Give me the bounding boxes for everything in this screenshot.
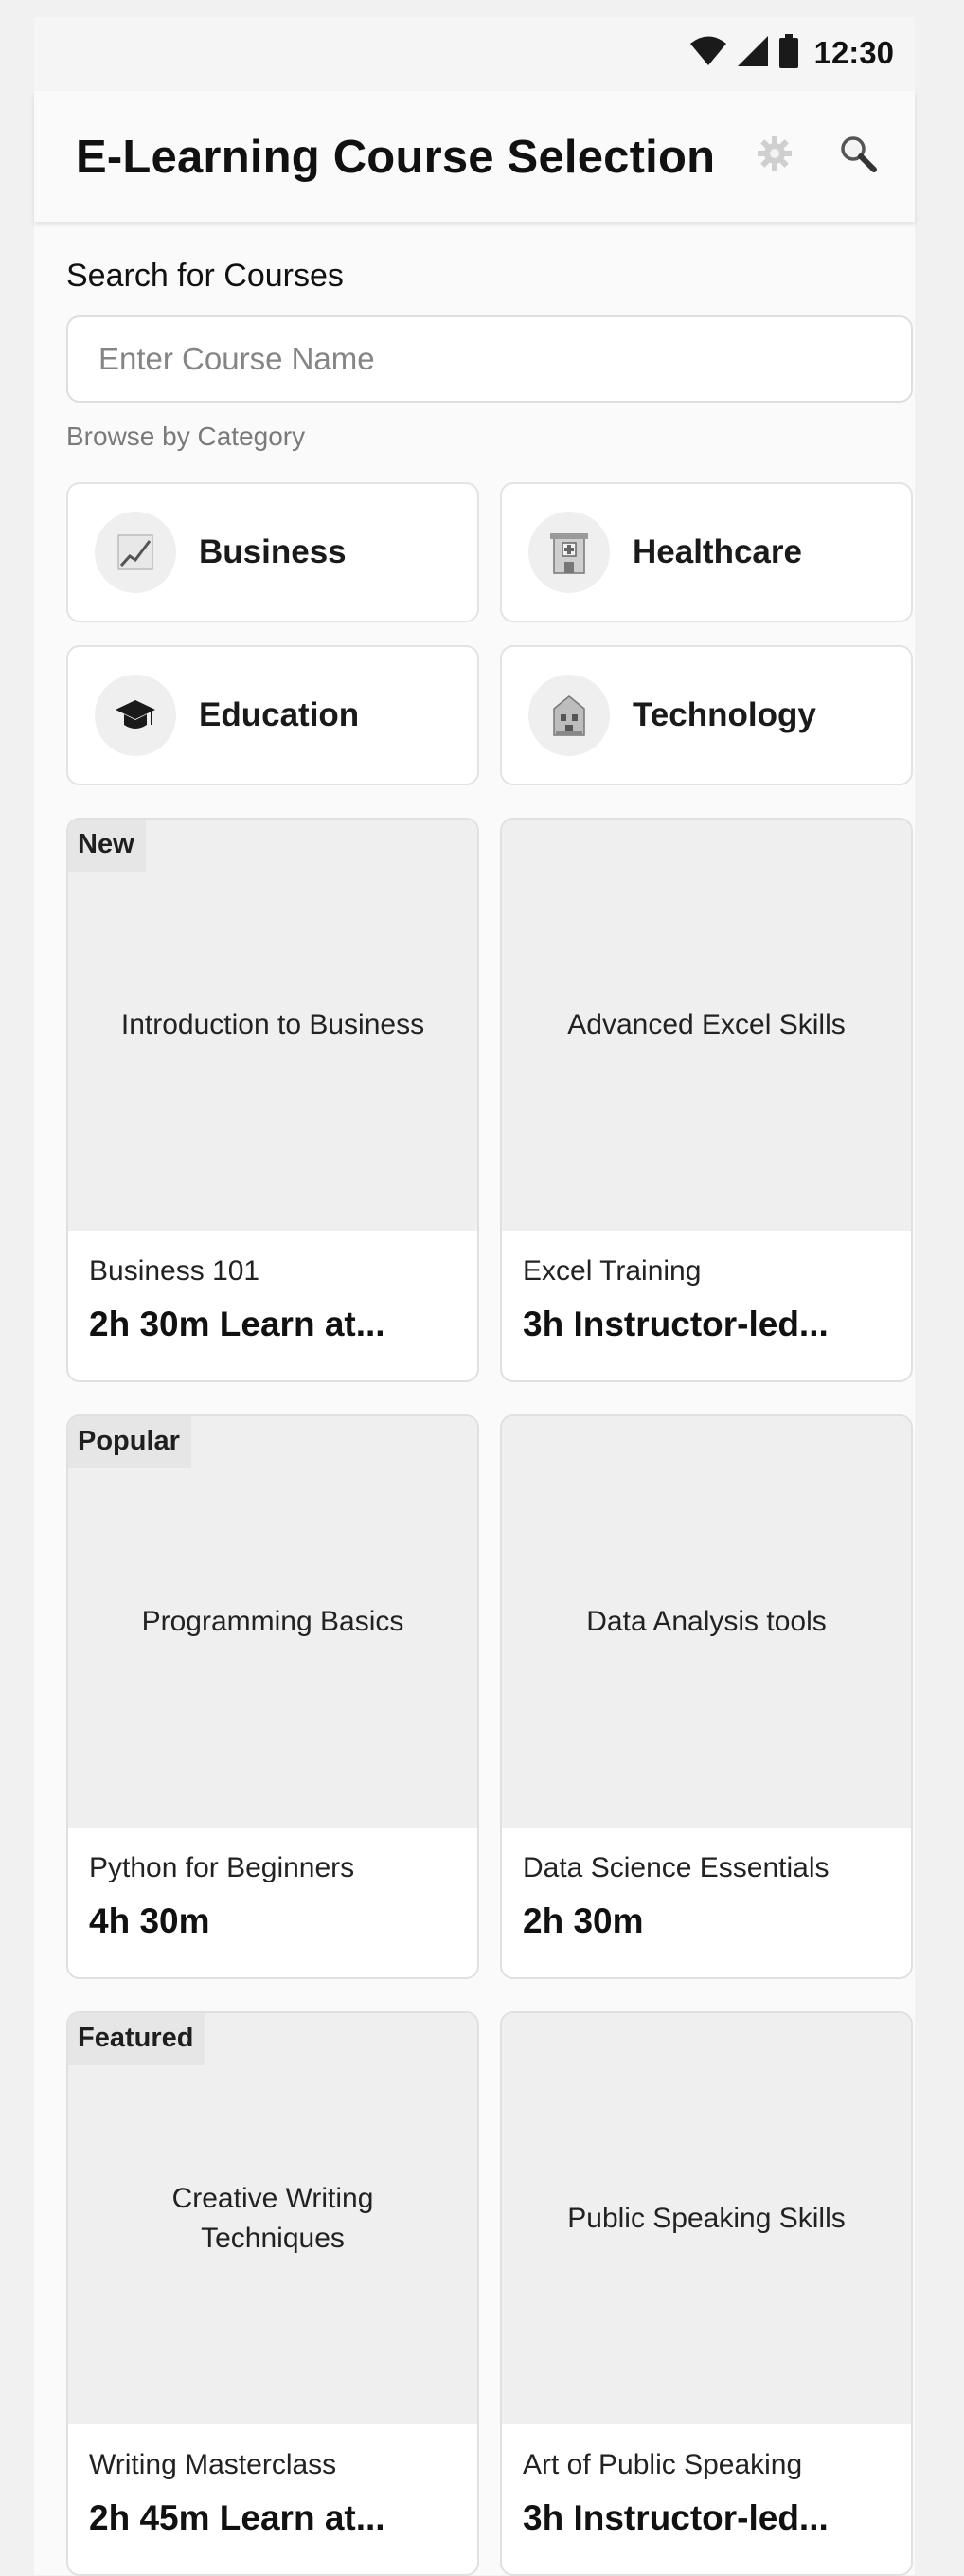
category-technology[interactable]: Technology bbox=[500, 645, 913, 785]
course-card-writing-masterclass[interactable]: Creative Writing Techniques Featured Wri… bbox=[66, 2011, 479, 2576]
settings-icon bbox=[756, 135, 794, 177]
phone-screen: 12:30 E-Learning Course Selection Search… bbox=[34, 17, 915, 2576]
course-thumbnail: Advanced Excel Skills bbox=[502, 820, 911, 1231]
app-bar: E-Learning Course Selection bbox=[34, 91, 915, 222]
search-button[interactable] bbox=[835, 133, 881, 178]
status-time: 12:30 bbox=[813, 35, 894, 70]
course-thumbnail: Data Analysis tools bbox=[502, 1416, 911, 1828]
course-name: Data Science Essentials bbox=[523, 1852, 830, 1883]
course-thumbnail: Creative Writing Techniques bbox=[68, 2013, 477, 2424]
category-label: Technology bbox=[633, 696, 816, 733]
building-icon bbox=[528, 675, 610, 756]
status-bar: 12:30 bbox=[34, 17, 915, 91]
course-badge: Featured bbox=[68, 2013, 205, 2065]
search-label: Search for Courses bbox=[66, 258, 344, 294]
course-badge: New bbox=[68, 820, 146, 872]
hospital-icon bbox=[528, 512, 610, 593]
browse-label: Browse by Category bbox=[66, 422, 306, 451]
course-card-data-science-essentials[interactable]: Data Analysis tools Data Science Essenti… bbox=[500, 1414, 913, 1979]
category-business[interactable]: Business bbox=[66, 482, 479, 622]
course-thumbnail: Public Speaking Skills bbox=[502, 2013, 911, 2424]
signal-icon bbox=[737, 35, 769, 72]
category-label: Healthcare bbox=[633, 533, 802, 570]
page-title: E-Learning Course Selection bbox=[76, 132, 716, 183]
course-card-excel-training[interactable]: Advanced Excel Skills Excel Training 3h … bbox=[500, 818, 913, 1382]
main-content: Search for Courses Browse by Category Bu… bbox=[66, 222, 913, 2576]
category-education[interactable]: Education bbox=[66, 645, 479, 785]
course-name: Python for Beginners bbox=[89, 1852, 355, 1883]
course-card-art-of-public-speaking[interactable]: Public Speaking Skills Art of Public Spe… bbox=[500, 2011, 913, 2576]
course-meta: 2h 45m Learn at... bbox=[89, 2498, 385, 2537]
graduation-cap-icon bbox=[95, 675, 176, 756]
category-grid: Business Healthcare Education Technology bbox=[66, 482, 913, 785]
course-card-python-for-beginners[interactable]: Programming Basics Popular Python for Be… bbox=[66, 1414, 479, 1979]
battery-icon bbox=[778, 33, 799, 73]
course-meta: 2h 30m bbox=[523, 1901, 644, 1940]
course-thumbnail: Introduction to Business bbox=[68, 820, 477, 1231]
course-meta: 4h 30m bbox=[89, 1901, 210, 1940]
category-healthcare[interactable]: Healthcare bbox=[500, 482, 913, 622]
course-name: Business 101 bbox=[89, 1255, 260, 1287]
category-label: Business bbox=[199, 533, 347, 570]
chart-icon bbox=[95, 512, 176, 593]
course-name: Writing Masterclass bbox=[89, 2449, 337, 2480]
search-icon bbox=[839, 135, 877, 177]
course-grid: Introduction to Business New Business 10… bbox=[66, 818, 913, 2576]
course-card-business-101[interactable]: Introduction to Business New Business 10… bbox=[66, 818, 479, 1382]
course-meta: 2h 30m Learn at... bbox=[89, 1305, 385, 1343]
settings-button[interactable] bbox=[752, 133, 797, 178]
course-thumbnail: Programming Basics bbox=[68, 1416, 477, 1828]
search-input[interactable] bbox=[66, 315, 913, 403]
course-badge: Popular bbox=[68, 1416, 191, 1468]
wifi-icon bbox=[689, 35, 727, 72]
course-name: Excel Training bbox=[523, 1255, 702, 1287]
course-meta: 3h Instructor-led... bbox=[523, 2498, 829, 2537]
course-name: Art of Public Speaking bbox=[523, 2449, 803, 2480]
course-meta: 3h Instructor-led... bbox=[523, 1305, 829, 1343]
category-label: Education bbox=[199, 696, 360, 733]
